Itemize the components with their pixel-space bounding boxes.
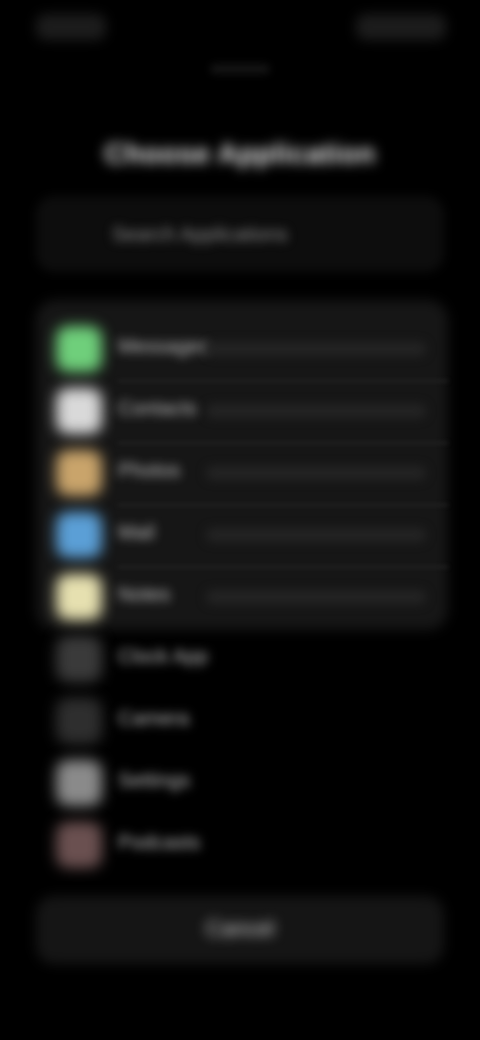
app-row-label: Mail [118,522,155,544]
app-row-label: Clock App [118,646,209,668]
sheet-grab-handle[interactable] [210,64,270,74]
app-row-detail [206,404,426,418]
clock-icon [56,636,102,682]
app-row[interactable]: Settings [36,752,448,814]
app-row[interactable]: Photos [36,442,448,506]
app-row-label: Notes [118,584,171,606]
app-row-detail [206,528,426,542]
podcasts-icon [56,822,102,868]
app-row-detail [206,342,426,356]
app-row-label: Contacts [118,398,197,420]
camera-icon [56,698,102,744]
mail-icon [56,512,102,558]
status-icons [356,14,446,40]
app-row-label: Camera [118,708,190,730]
contacts-icon [56,388,102,434]
app-row[interactable]: Camera [36,690,448,752]
status-time [36,14,106,40]
app-row-label: Settings [118,770,191,792]
notes-icon [56,574,102,620]
messages-icon [56,326,102,372]
app-row-detail [206,590,426,604]
app-row[interactable]: Podcasts [36,814,448,876]
app-row-label: Podcasts [118,832,201,854]
app-row[interactable]: Mail [36,504,448,568]
sheet-title: Choose Application [104,138,376,169]
app-row[interactable]: Notes [36,566,448,628]
app-row-label: Messages [118,336,210,358]
search-placeholder: Search Applications [112,224,288,246]
app-row[interactable]: Messages [36,318,448,382]
cancel-button-label: Cancel [205,916,275,941]
settings-icon [56,760,102,806]
app-row[interactable]: Contacts [36,380,448,444]
app-row-label: Photos [118,460,181,482]
photos-icon [56,450,102,496]
app-row[interactable]: Clock App [36,628,448,690]
status-bar [0,0,480,60]
app-row-detail [206,466,426,480]
